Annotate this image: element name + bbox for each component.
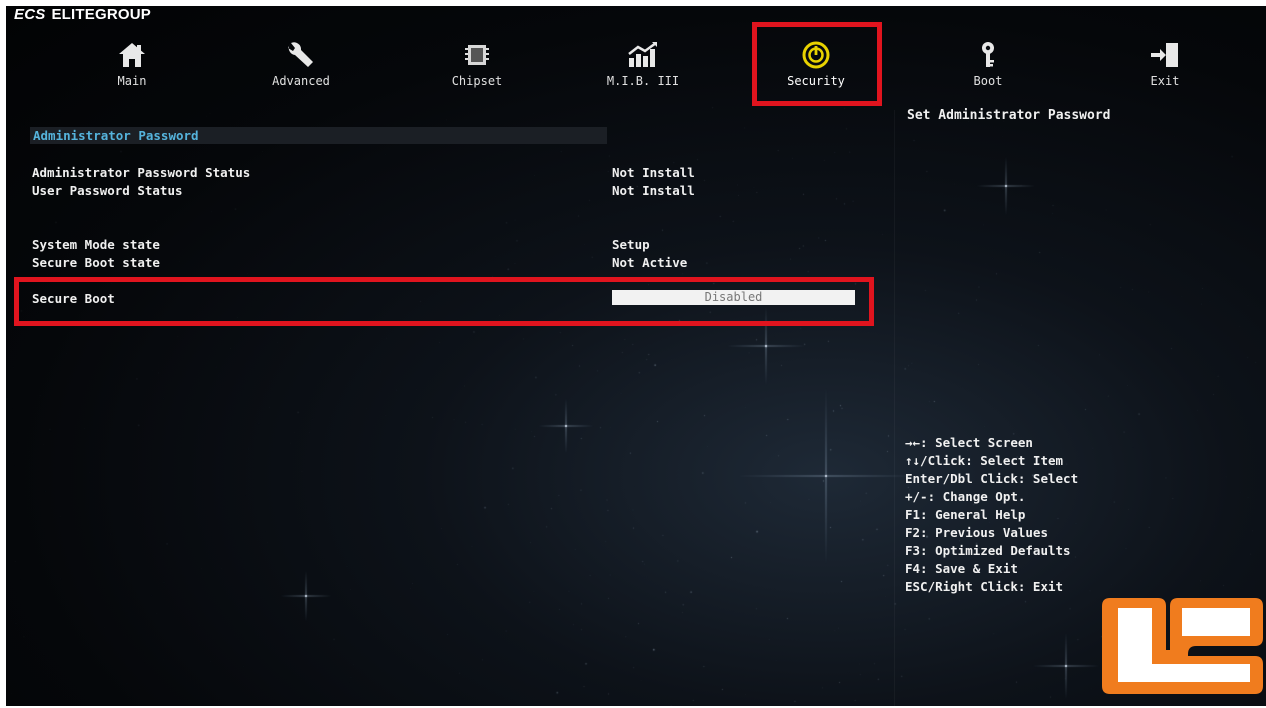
section-title[interactable]: Administrator Password	[30, 127, 607, 144]
tab-label: Advanced	[272, 74, 330, 88]
key-hint: ↑↓/Click: Select Item	[905, 453, 1064, 468]
ecs-logo: ECS	[14, 6, 46, 23]
tab-label: Exit	[1150, 74, 1180, 88]
help-panel-divider	[894, 110, 895, 706]
admin-password-status-label: Administrator Password Status	[32, 165, 251, 180]
brand-name: ELITEGROUP	[51, 6, 151, 23]
brand-header: ECS ELITEGROUP	[14, 6, 151, 23]
key-icon	[933, 40, 1043, 74]
tab-mib-iii[interactable]: M.I.B. III	[588, 40, 698, 88]
secure-boot-state-value: Not Active	[612, 255, 688, 270]
tab-boot[interactable]: Boot	[933, 40, 1043, 88]
tab-label: Boot	[973, 74, 1003, 88]
security-tab-highlight-box	[752, 22, 882, 106]
secure-boot-highlight-box	[14, 277, 874, 326]
system-mode-state-label: System Mode state	[32, 237, 160, 252]
tab-exit[interactable]: Exit	[1110, 40, 1220, 88]
key-hint: F4: Save & Exit	[905, 561, 1018, 576]
help-title: Set Administrator Password	[907, 108, 1111, 123]
secure-boot-state-label: Secure Boot state	[32, 255, 160, 270]
key-hint: Enter/Dbl Click: Select	[905, 471, 1079, 486]
tab-advanced[interactable]: Advanced	[246, 40, 356, 88]
key-hint: ESC/Right Click: Exit	[905, 579, 1064, 594]
key-hint: F1: General Help	[905, 507, 1026, 522]
tab-label: M.I.B. III	[606, 74, 680, 88]
wrench-icon	[246, 40, 356, 74]
key-hint: F3: Optimized Defaults	[905, 543, 1071, 558]
key-legend: →←: Select Screen ↑↓/Click: Select Item …	[905, 434, 1078, 596]
user-password-status-label: User Password Status	[32, 183, 183, 198]
system-mode-state-value: Setup	[612, 237, 650, 252]
tab-label: Chipset	[451, 74, 503, 88]
watermark-logo	[1100, 598, 1263, 694]
tab-chipset[interactable]: Chipset	[422, 40, 532, 88]
key-hint: →←: Select Screen	[905, 435, 1033, 450]
key-hint: F2: Previous Values	[905, 525, 1048, 540]
chip-icon	[422, 40, 532, 74]
home-icon	[77, 40, 187, 74]
admin-password-status-value: Not Install	[612, 165, 695, 180]
exit-door-icon	[1110, 40, 1220, 74]
user-password-status-value: Not Install	[612, 183, 695, 198]
bios-screen: ECS ELITEGROUP Main Advanced Chipset M.I.…	[6, 6, 1266, 706]
key-hint: +/-: Change Opt.	[905, 489, 1026, 504]
tab-main[interactable]: Main	[77, 40, 187, 88]
chart-icon	[588, 40, 698, 74]
tab-label: Main	[117, 74, 147, 88]
